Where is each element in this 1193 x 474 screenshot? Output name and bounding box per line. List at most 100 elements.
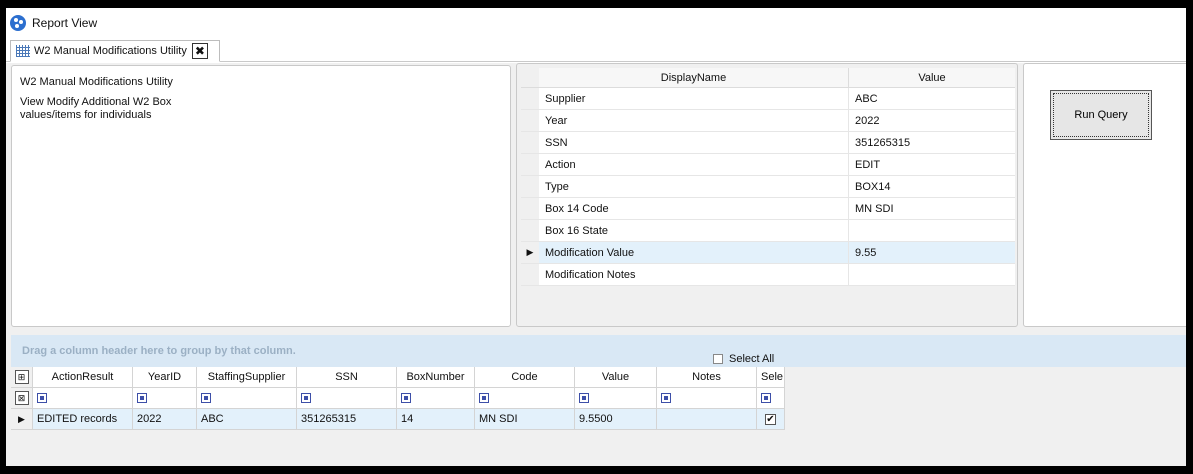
checkbox-icon [713, 354, 723, 364]
group-hint: Drag a column header here to group by th… [22, 345, 296, 357]
parameter-value[interactable]: 2022 [849, 110, 1015, 131]
grid-header-row: ⊞ ActionResult YearID StaffingSupplier SSN Bo… [11, 367, 785, 388]
window-title: Report View [32, 16, 98, 30]
parameter-value[interactable]: ABC [849, 88, 1015, 109]
title-bar: Report View [6, 8, 1186, 38]
filter-operator-icon[interactable] [579, 393, 589, 404]
parameters-rows: Supplier ABC Year 2022 SSN 351265315 Action EDI… [521, 88, 1015, 286]
parameter-value[interactable] [849, 264, 1015, 285]
parameter-row[interactable]: ▶ Modification Value 9.55 [521, 242, 1015, 264]
column-header-notes[interactable]: Notes [657, 367, 757, 388]
parameters-grid: DisplayName Value Supplier ABC Year 2022 SSN… [521, 68, 1015, 286]
column-header-value[interactable]: Value [849, 68, 1015, 87]
row-selector [521, 198, 539, 219]
filter-cell[interactable] [33, 388, 133, 409]
filter-operator-icon[interactable] [137, 393, 147, 404]
parameter-name: Supplier [539, 88, 849, 109]
app-logo-icon [10, 15, 26, 31]
table-cell: MN SDI [475, 409, 575, 430]
parameter-row[interactable]: Modification Notes [521, 264, 1015, 286]
parameter-value[interactable]: MN SDI [849, 198, 1015, 219]
current-row-arrow-icon: ▶ [11, 409, 33, 430]
filter-operator-icon[interactable] [37, 393, 47, 404]
row-selector [521, 264, 539, 285]
grid-icon [16, 45, 30, 57]
column-header-sele[interactable]: Sele [757, 367, 785, 388]
parameter-value[interactable]: 9.55 [849, 242, 1015, 263]
parameter-name: Modification Notes [539, 264, 849, 285]
tab-label: W2 Manual Modifications Utility [34, 45, 187, 57]
group-by-area[interactable]: Drag a column header here to group by th… [11, 335, 1186, 367]
parameter-name: Box 16 State [539, 220, 849, 241]
close-icon[interactable]: ✖ [191, 43, 208, 59]
parameter-name: Box 14 Code [539, 198, 849, 219]
select-all-checkbox[interactable]: Select All [713, 353, 774, 365]
run-query-button[interactable]: Run Query [1050, 90, 1152, 140]
parameter-value[interactable]: EDIT [849, 154, 1015, 175]
column-header-displayname[interactable]: DisplayName [539, 68, 849, 87]
parameter-row[interactable]: Box 16 State [521, 220, 1015, 242]
parameter-row[interactable]: SSN 351265315 [521, 132, 1015, 154]
tab-w2-manual-modifications[interactable]: W2 Manual Modifications Utility ✖ [10, 40, 220, 62]
column-header-yearid[interactable]: YearID [133, 367, 197, 388]
table-cell[interactable]: ✔ [757, 409, 785, 430]
column-chooser-cell[interactable]: ⊞ [11, 367, 33, 388]
filter-cell[interactable] [575, 388, 657, 409]
parameter-row[interactable]: Supplier ABC [521, 88, 1015, 110]
parameter-name: Year [539, 110, 849, 131]
clear-filter-cell[interactable]: ⊠ [11, 388, 33, 409]
parameter-value[interactable]: 351265315 [849, 132, 1015, 153]
filter-cell[interactable] [197, 388, 297, 409]
description-title: W2 Manual Modifications Utility [20, 76, 173, 88]
column-header-staffingsupplier[interactable]: StaffingSupplier [197, 367, 297, 388]
table-cell: 2022 [133, 409, 197, 430]
filter-cell[interactable] [133, 388, 197, 409]
row-selector [521, 154, 539, 175]
filter-operator-icon[interactable] [761, 393, 771, 404]
filter-cell[interactable] [475, 388, 575, 409]
content-area: W2 Manual Modifications Utility View Mod… [6, 63, 1186, 466]
filter-operator-icon[interactable] [301, 393, 311, 404]
parameters-panel: DisplayName Value Supplier ABC Year 2022 SSN… [516, 63, 1018, 327]
filter-operator-icon[interactable] [201, 393, 211, 404]
select-all-label: Select All [729, 353, 775, 365]
parameter-name: Action [539, 154, 849, 175]
row-select-checkbox[interactable]: ✔ [765, 413, 776, 425]
filter-operator-icon[interactable] [661, 393, 671, 404]
column-header-code[interactable]: Code [475, 367, 575, 388]
description-text: View Modify Additional W2 Box values/ite… [20, 96, 172, 121]
parameter-name: SSN [539, 132, 849, 153]
parameter-value[interactable]: BOX14 [849, 176, 1015, 197]
parameter-name: Type [539, 176, 849, 197]
parameter-value[interactable] [849, 220, 1015, 241]
column-header-boxnumber[interactable]: BoxNumber [397, 367, 475, 388]
filter-operator-icon[interactable] [401, 393, 411, 404]
clear-filter-icon[interactable]: ⊠ [14, 391, 29, 405]
column-header-actionresult[interactable]: ActionResult [33, 367, 133, 388]
filter-operator-icon[interactable] [479, 393, 489, 404]
table-row[interactable]: ▶ EDITED records 2022 ABC 351265315 14 MN SDI 9… [11, 409, 785, 430]
parameter-row[interactable]: Type BOX14 [521, 176, 1015, 198]
column-header-ssn[interactable]: SSN [297, 367, 397, 388]
row-selector [521, 110, 539, 131]
table-cell [657, 409, 757, 430]
column-header-value[interactable]: Value [575, 367, 657, 388]
row-selector [521, 88, 539, 109]
filter-cell[interactable] [657, 388, 757, 409]
row-selector [521, 132, 539, 153]
parameters-header: DisplayName Value [521, 68, 1015, 88]
grid-filter-row: ⊠ [11, 388, 785, 409]
row-selector-header [521, 68, 539, 87]
column-chooser-icon[interactable]: ⊞ [14, 370, 29, 384]
query-panel: Run Query [1023, 63, 1186, 327]
filter-cell[interactable] [297, 388, 397, 409]
filter-cell[interactable] [397, 388, 475, 409]
table-cell: 9.5500 [575, 409, 657, 430]
filter-cell[interactable] [757, 388, 785, 409]
table-cell: ABC [197, 409, 297, 430]
table-cell: EDITED records [33, 409, 133, 430]
parameter-row[interactable]: Box 14 Code MN SDI [521, 198, 1015, 220]
parameter-row[interactable]: Action EDIT [521, 154, 1015, 176]
report-view-window: Report View W2 Manual Modifications Util… [6, 8, 1186, 466]
parameter-row[interactable]: Year 2022 [521, 110, 1015, 132]
